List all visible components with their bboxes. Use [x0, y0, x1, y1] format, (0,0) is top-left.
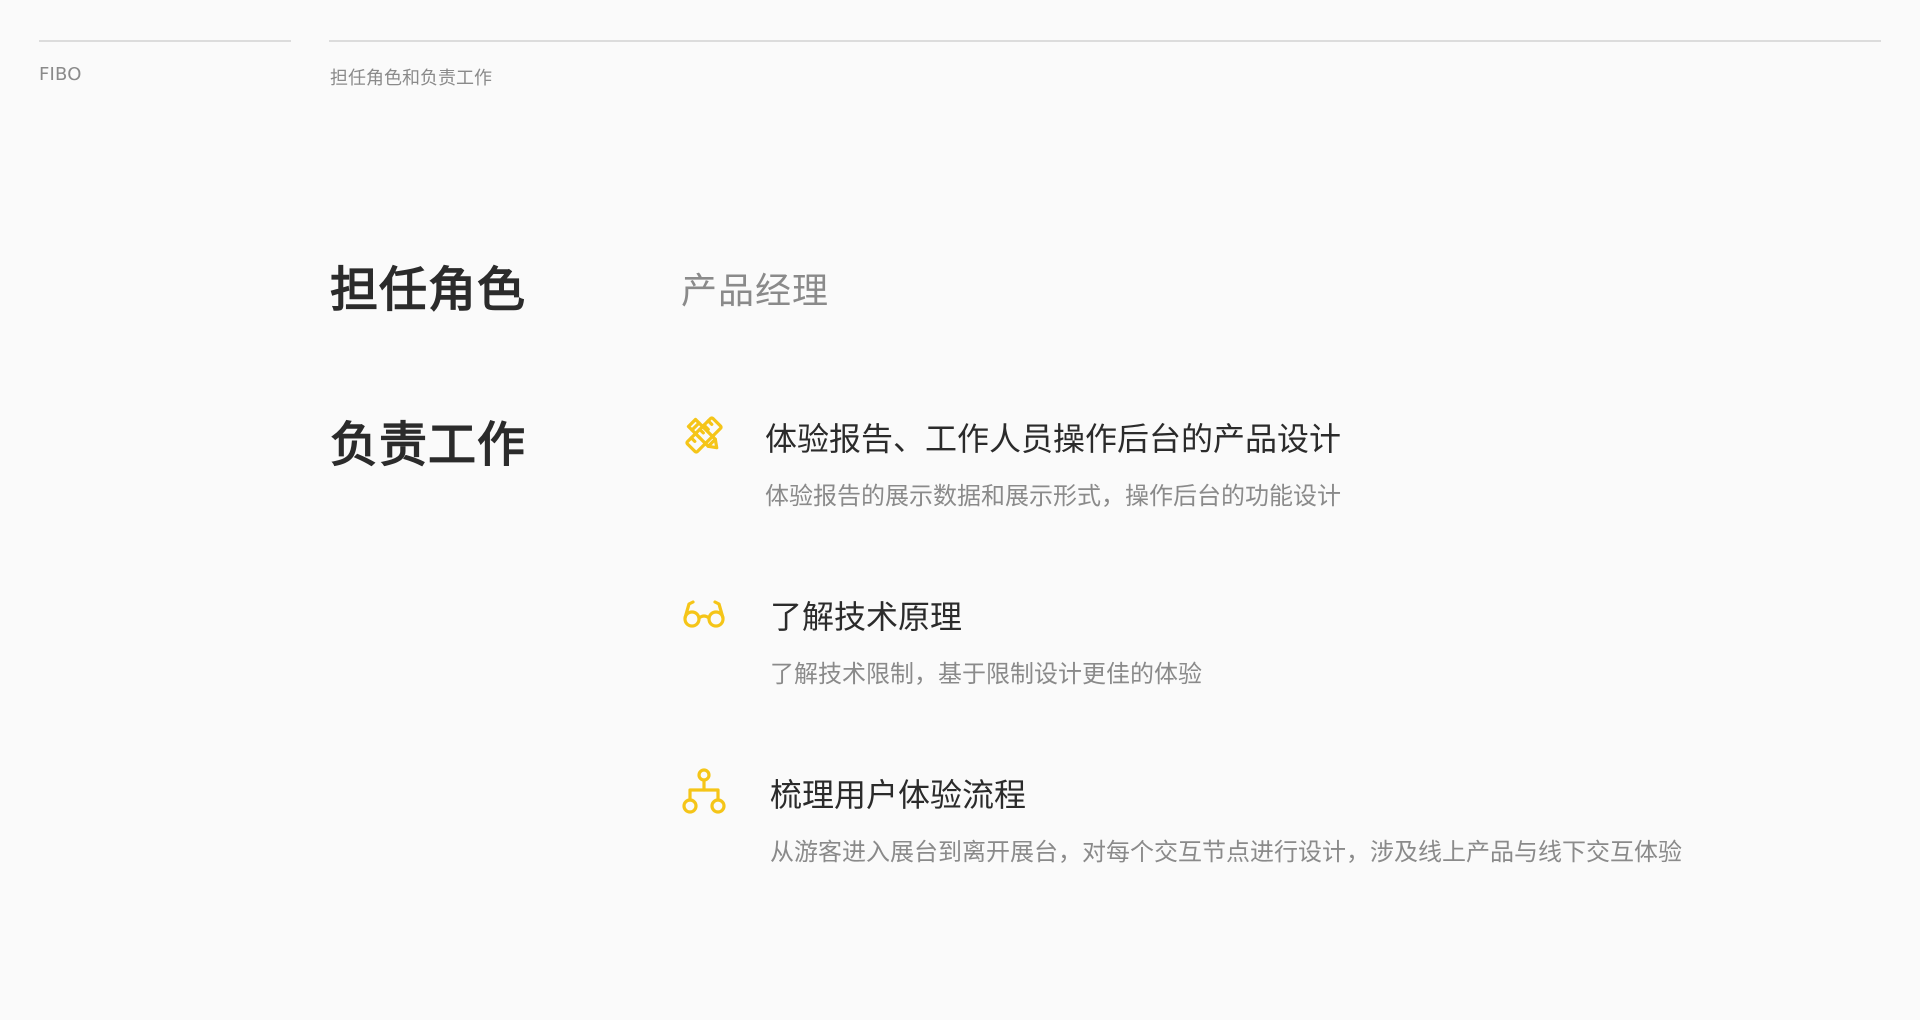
header-divider-left [39, 40, 291, 42]
duty-title: 了解技术原理 [770, 598, 963, 636]
flow-tree-icon [681, 768, 727, 814]
role-value: 产品经理 [681, 271, 830, 312]
duty-description: 从游客进入展台到离开展台，对每个交互节点进行设计，涉及线上产品与线下交互体验 [770, 838, 1682, 866]
duty-description: 了解技术限制，基于限制设计更佳的体验 [770, 660, 1202, 688]
duty-title: 体验报告、工作人员操作后台的产品设计 [765, 420, 1342, 458]
page: FIBO 担任角色和负责工作 担任角色 产品经理 负责工作 体验报告、工作人员操… [0, 0, 1920, 1020]
role-heading: 担任角色 [330, 262, 527, 318]
duty-description: 体验报告的展示数据和展示形式，操作后台的功能设计 [765, 482, 1341, 510]
breadcrumb: 担任角色和负责工作 [330, 68, 492, 89]
glasses-icon [681, 590, 727, 636]
header-divider-right [329, 40, 1881, 42]
pencil-ruler-icon [681, 412, 727, 458]
brand-label: FIBO [39, 64, 82, 85]
duties-heading: 负责工作 [330, 417, 527, 473]
duty-title: 梳理用户体验流程 [770, 776, 1027, 814]
